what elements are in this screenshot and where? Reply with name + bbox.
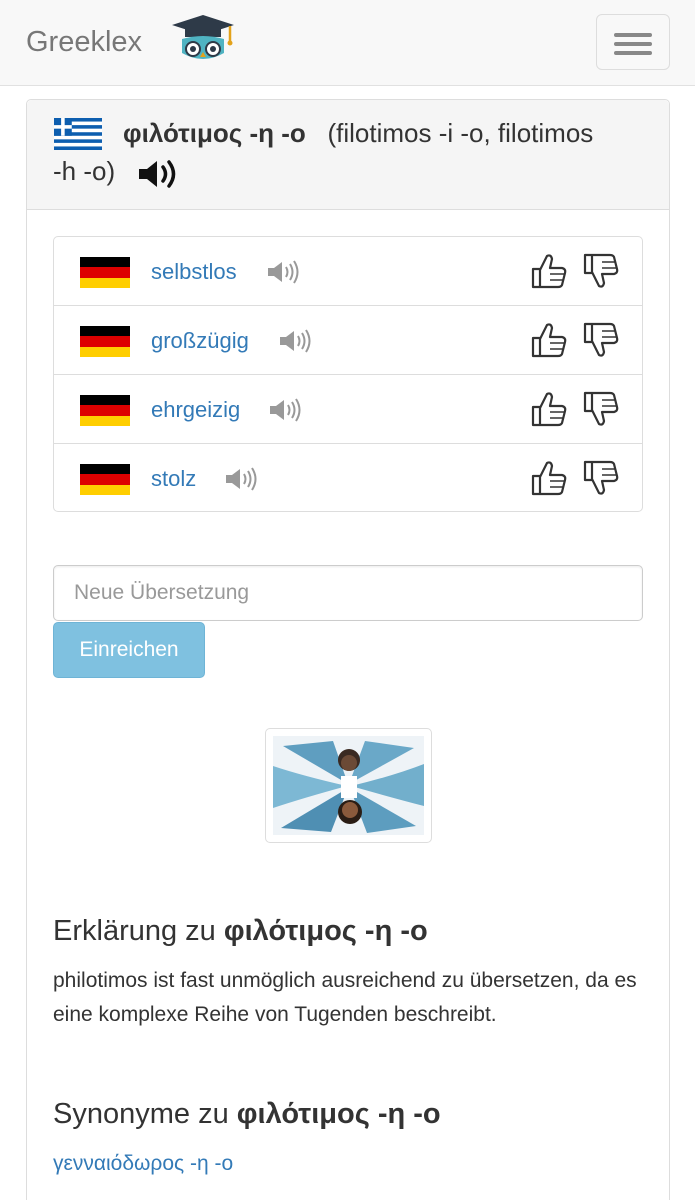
- speaker-icon[interactable]: [224, 466, 260, 492]
- thumbs-down-icon[interactable]: [581, 459, 619, 497]
- transliteration: (filotimos -i -o, filotimos: [327, 118, 594, 148]
- new-translation-input[interactable]: [53, 565, 643, 621]
- translation-row: stolz: [54, 444, 642, 513]
- hamburger-menu-icon: [614, 42, 652, 46]
- entry-heading: φιλότιμος -η -ο (filotimos -i -o, filoti…: [27, 100, 669, 210]
- translation-row: großzügig: [54, 306, 642, 375]
- submit-button[interactable]: Einreichen: [53, 622, 205, 678]
- synonyms-heading: Synonyme zu φιλότιμος -η -ο: [53, 1098, 441, 1131]
- synonyms-heading-prefix: Synonyme zu: [53, 1098, 237, 1130]
- thumbs-down-icon[interactable]: [581, 390, 619, 428]
- entry-image[interactable]: [265, 728, 432, 843]
- thumbs-up-icon[interactable]: [529, 252, 567, 290]
- explanation-heading-prefix: Erklärung zu: [53, 915, 224, 947]
- synonym-link[interactable]: γενναιόδωρος -η -ο: [53, 1152, 233, 1176]
- germany-flag-icon: [80, 257, 130, 288]
- graduation-cap-owl-icon[interactable]: [170, 13, 236, 65]
- entry-title: φιλότιμος -η -ο (filotimos -i -o, filoti…: [123, 118, 593, 149]
- speaker-icon[interactable]: [266, 259, 302, 285]
- explanation-text: philotimos ist fast unmöglich ausreichen…: [53, 969, 637, 1026]
- speaker-icon[interactable]: [268, 397, 304, 423]
- thumbs-up-icon[interactable]: [529, 390, 567, 428]
- explanation-heading-word: φιλότιμος -η -ο: [223, 915, 428, 947]
- transliteration-continued: -h -o): [53, 156, 116, 186]
- germany-flag-icon: [80, 464, 130, 495]
- entry-panel: φιλότιμος -η -ο (filotimos -i -o, filoti…: [26, 99, 670, 1200]
- translation-row: selbstlos: [54, 237, 642, 306]
- synonyms-heading-word: φιλότιμος -η -ο: [236, 1098, 441, 1130]
- thumbs-up-icon[interactable]: [529, 321, 567, 359]
- explanation-heading: Erklärung zu φιλότιμος -η -ο: [53, 915, 428, 948]
- speaker-icon[interactable]: [278, 328, 314, 354]
- greece-flag-icon: [54, 118, 102, 150]
- speaker-icon[interactable]: [137, 158, 179, 190]
- germany-flag-icon: [80, 326, 130, 357]
- translation-link[interactable]: großzügig: [151, 328, 249, 354]
- translation-row: ehrgeizig: [54, 375, 642, 444]
- translation-link[interactable]: stolz: [151, 466, 196, 492]
- translation-link[interactable]: selbstlos: [151, 259, 237, 285]
- navbar: Greeklex: [0, 0, 695, 86]
- hamburger-menu-icon: [614, 51, 652, 55]
- menu-toggle-button[interactable]: [596, 14, 670, 70]
- germany-flag-icon: [80, 395, 130, 426]
- people-huddle-image: [273, 736, 424, 835]
- headword: φιλότιμος -η -ο: [123, 118, 306, 148]
- brand-link[interactable]: Greeklex: [26, 26, 142, 59]
- translation-link[interactable]: ehrgeizig: [151, 397, 240, 423]
- thumbs-down-icon[interactable]: [581, 321, 619, 359]
- translation-list: selbstlos großzügig ehrgeizig stolz: [53, 236, 643, 512]
- thumbs-up-icon[interactable]: [529, 459, 567, 497]
- thumbs-down-icon[interactable]: [581, 252, 619, 290]
- hamburger-menu-icon: [614, 33, 652, 37]
